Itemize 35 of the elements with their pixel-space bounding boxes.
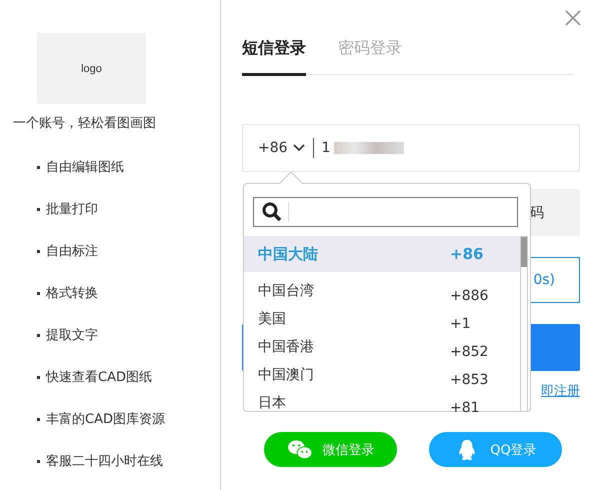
- logo-text: logo: [81, 62, 102, 74]
- chat-bubbles-icon: [286, 438, 312, 460]
- feature-item: 批量打印: [46, 201, 98, 218]
- feature-item: 提取文字: [46, 327, 98, 344]
- search-field[interactable]: [253, 197, 518, 227]
- bullet-icon: [37, 208, 40, 211]
- login-tab[interactable]: 短信登录: [242, 38, 306, 76]
- phone-value: 1: [322, 140, 330, 156]
- bullet-icon: [37, 166, 40, 169]
- feature-item: 快速查看CAD图纸: [46, 369, 152, 386]
- phone-field[interactable]: +86 1: [242, 124, 580, 172]
- feature-item: 客服二十四小时在线: [46, 453, 163, 470]
- search-icon: [262, 202, 282, 222]
- blurred-text: [334, 142, 404, 154]
- country-option[interactable]: 中国澳门 +853: [244, 362, 520, 390]
- country-option[interactable]: 美国 +1: [244, 306, 520, 334]
- bullet-icon: [37, 334, 40, 337]
- chevron-down-icon: [292, 144, 305, 152]
- tagline: 一个账号，轻松看图画图: [13, 115, 156, 132]
- register-link[interactable]: 即注册: [541, 382, 580, 400]
- feature-item: 自由标注: [46, 243, 98, 260]
- bullet-icon: [37, 418, 40, 421]
- country-option[interactable]: 日本 +81: [244, 390, 520, 418]
- country-option[interactable]: 中国台湾 +886: [244, 278, 520, 306]
- bullet-icon: [37, 292, 40, 295]
- feature-item: 格式转换: [46, 285, 98, 302]
- bullet-icon: [37, 376, 40, 379]
- country-code-selector[interactable]: +86: [258, 140, 305, 156]
- country-option[interactable]: 中国香港 +852: [244, 334, 520, 362]
- feature-item: 丰富的CAD图库资源: [46, 411, 165, 428]
- bullet-icon: [37, 460, 40, 463]
- scrollbar[interactable]: [520, 236, 528, 412]
- close-icon[interactable]: [565, 10, 581, 26]
- bullet-icon: [37, 250, 40, 253]
- feature-item: 自由编辑图纸: [46, 159, 124, 176]
